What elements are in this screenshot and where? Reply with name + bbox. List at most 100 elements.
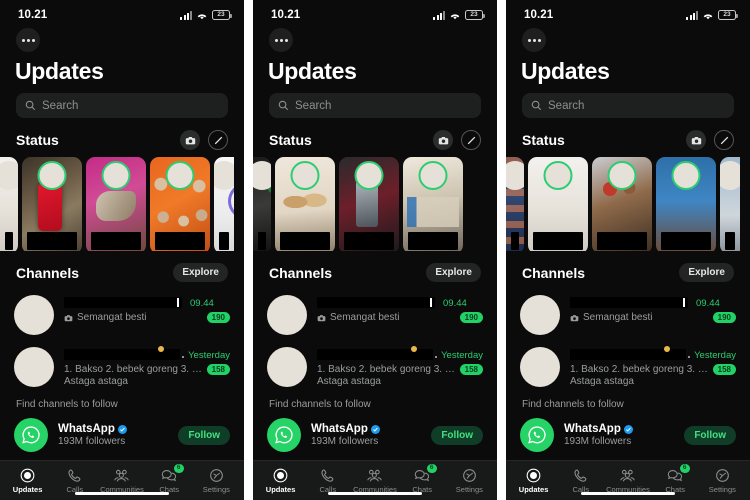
status-card[interactable] xyxy=(0,157,18,251)
follow-button[interactable]: Follow xyxy=(684,425,736,445)
pencil-icon[interactable] xyxy=(461,130,481,150)
channel-preview-text-line2: Astaga astaga xyxy=(570,376,634,387)
status-card[interactable] xyxy=(656,157,716,251)
battery-level: 23 xyxy=(470,10,478,18)
explore-button[interactable]: Explore xyxy=(173,263,228,282)
channel-row[interactable]: 09.44 Semangat besti 190 xyxy=(506,289,750,341)
status-card[interactable] xyxy=(506,157,524,251)
tab-calls[interactable]: Calls xyxy=(306,467,350,494)
overflow-menu-icon[interactable] xyxy=(16,28,40,52)
search-input[interactable]: Search xyxy=(269,93,481,118)
status-section-header: Status xyxy=(506,118,750,157)
tab-communities[interactable]: Communities xyxy=(353,467,397,494)
status-bar-clock: 10.21 xyxy=(18,9,48,21)
suggested-channel-row[interactable]: WhatsApp 193M followers Follow xyxy=(253,412,497,460)
status-actions xyxy=(180,130,228,150)
suggested-channel-row[interactable]: WhatsApp 193M followers Follow xyxy=(0,412,244,460)
status-card[interactable] xyxy=(592,157,652,251)
wifi-icon xyxy=(702,11,714,20)
channel-timestamp: 09.44 xyxy=(190,298,214,309)
channels-section-title: Channels xyxy=(522,264,586,281)
overflow-menu-icon[interactable] xyxy=(269,28,293,52)
redacted-name-bar xyxy=(258,232,266,250)
tab-updates[interactable]: Updates xyxy=(6,467,50,494)
redacted-name-bar xyxy=(511,232,519,250)
cellular-signal-icon xyxy=(686,10,698,20)
follow-button[interactable]: Follow xyxy=(431,425,483,445)
channel-title-row: Yesterday xyxy=(317,346,483,361)
channel-row[interactable]: Yesterday 1. Bakso 2. bebek goreng 3. pe… xyxy=(253,341,497,393)
status-card[interactable] xyxy=(150,157,210,251)
camera-icon[interactable] xyxy=(433,130,453,150)
tab-label: Updates xyxy=(518,485,549,494)
explore-button[interactable]: Explore xyxy=(426,263,481,282)
explore-button[interactable]: Explore xyxy=(679,263,734,282)
tab-updates[interactable]: Updates xyxy=(512,467,556,494)
camera-icon[interactable] xyxy=(686,130,706,150)
avatar xyxy=(37,161,67,190)
chats-unread-badge: 6 xyxy=(173,464,184,473)
status-card[interactable] xyxy=(528,157,588,251)
status-card[interactable] xyxy=(253,157,271,251)
status-card[interactable] xyxy=(403,157,463,251)
phone-screen-2: 10.21 23 Updates Search Status Channels … xyxy=(253,0,497,500)
tab-communities[interactable]: Communities xyxy=(606,467,650,494)
status-card[interactable] xyxy=(214,157,234,251)
avatar xyxy=(165,161,195,190)
avatar xyxy=(520,295,560,335)
channels-section-header: Channels Explore xyxy=(253,251,497,289)
tab-chats[interactable]: 6 Chats xyxy=(400,464,444,494)
channel-title-row: 09.44 xyxy=(64,297,230,309)
status-bar-clock: 10.21 xyxy=(271,9,301,21)
channel-row[interactable]: 09.44 Semangat besti 190 xyxy=(253,289,497,341)
suggested-channel-row[interactable]: WhatsApp 193M followers Follow xyxy=(506,412,750,460)
status-card-list[interactable] xyxy=(0,157,244,251)
tab-settings[interactable]: Settings xyxy=(194,467,238,494)
overflow-menu-icon[interactable] xyxy=(522,28,546,52)
channel-preview-text-line2: Astaga astaga xyxy=(64,376,128,387)
status-bar-clock: 10.21 xyxy=(524,9,554,21)
status-card[interactable] xyxy=(86,157,146,251)
phone-screen-3: 10.21 23 Updates Search Status Channels … xyxy=(506,0,750,500)
tab-chats[interactable]: 6 Chats xyxy=(147,464,191,494)
status-card-list[interactable] xyxy=(506,157,750,251)
tab-calls[interactable]: Calls xyxy=(559,467,603,494)
battery-icon: 23 xyxy=(465,10,485,20)
panel-divider xyxy=(244,0,253,500)
verified-badge-icon xyxy=(623,424,633,434)
tab-settings[interactable]: Settings xyxy=(700,467,744,494)
search-input[interactable]: Search xyxy=(16,93,228,118)
tab-communities[interactable]: Communities xyxy=(100,467,144,494)
avatar xyxy=(520,347,560,387)
pencil-icon[interactable] xyxy=(714,130,734,150)
tab-label: Updates xyxy=(265,485,296,494)
channel-row[interactable]: 09.44 Semangat besti 190 xyxy=(0,289,244,341)
channel-row[interactable]: Yesterday 1. Bakso 2. bebek goreng 3. pe… xyxy=(506,341,750,393)
battery-icon: 23 xyxy=(718,10,738,20)
search-input[interactable]: Search xyxy=(522,93,734,118)
status-card-list[interactable] xyxy=(253,157,497,251)
tab-calls[interactable]: Calls xyxy=(53,467,97,494)
status-section-title: Status xyxy=(522,132,565,148)
channel-timestamp: Yesterday xyxy=(441,350,483,361)
status-card[interactable] xyxy=(339,157,399,251)
suggested-channel-info: WhatsApp 193M followers xyxy=(564,423,674,447)
home-indicator xyxy=(581,491,675,495)
status-card[interactable] xyxy=(22,157,82,251)
wifi-icon xyxy=(449,11,461,20)
pencil-icon[interactable] xyxy=(208,130,228,150)
status-card[interactable] xyxy=(275,157,335,251)
tab-settings[interactable]: Settings xyxy=(447,467,491,494)
channel-row[interactable]: Yesterday 1. Bakso 2. bebek goreng 3. pe… xyxy=(0,341,244,393)
follow-button[interactable]: Follow xyxy=(178,425,230,445)
chats-unread-badge: 6 xyxy=(679,464,690,473)
channel-title-row: 09.44 xyxy=(570,297,736,309)
suggested-channel-name: WhatsApp xyxy=(564,423,621,435)
status-card[interactable] xyxy=(720,157,740,251)
tab-updates[interactable]: Updates xyxy=(259,467,303,494)
channel-preview-text: Semangat besti xyxy=(77,312,147,323)
tab-chats[interactable]: 6 Chats xyxy=(653,464,697,494)
avatar xyxy=(267,295,307,335)
status-section-title: Status xyxy=(16,132,59,148)
camera-icon[interactable] xyxy=(180,130,200,150)
